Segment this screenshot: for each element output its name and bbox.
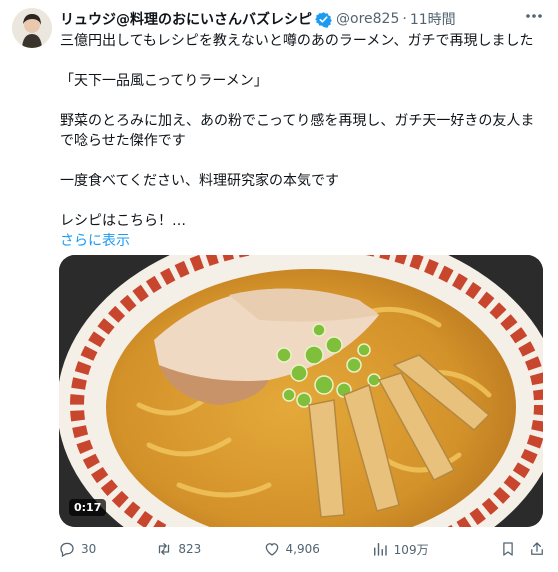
video-duration: 0:17 <box>69 499 107 516</box>
retweet-icon <box>159 543 170 555</box>
display-name[interactable]: リュウジ@料理のおにいさんバズレシピ <box>60 9 312 29</box>
tweet-text: 三億円出してもレシピを教えないと噂のあのラーメン、ガチで再現しました 「天下一品… <box>60 31 542 251</box>
share-button[interactable] <box>528 540 546 558</box>
verified-badge-icon <box>315 11 332 28</box>
avatar[interactable] <box>12 8 52 48</box>
bookmark-button[interactable] <box>499 540 529 558</box>
ramen-image <box>59 255 543 527</box>
show-more-link[interactable]: さらに表示 <box>60 231 542 251</box>
handle[interactable]: @ore825 <box>336 11 399 27</box>
retweet-button[interactable]: 823 <box>155 540 262 558</box>
tweet-text-line: 一度食べてください、料理研究家の本気です <box>60 173 340 189</box>
heart-icon <box>265 543 278 556</box>
retweet-count: 823 <box>178 542 202 556</box>
tweet-text-line: 野菜のとろみに加え、あの粉でこってり感を再現し、ガチ天一好きの友人まで唸らせた傑… <box>60 113 535 149</box>
tweet-text-line: 「天下一品風こってりラーメン」 <box>60 73 268 89</box>
like-count: 4,906 <box>285 542 320 556</box>
tweet-text-line: 三億円出してもレシピを教えないと噂のあのラーメン、ガチで再現しました <box>60 33 534 49</box>
more-options-icon[interactable] <box>524 10 544 22</box>
share-icon <box>531 542 543 555</box>
reply-icon <box>60 542 74 558</box>
reply-count: 30 <box>81 542 97 556</box>
tweet-header: リュウジ@料理のおにいさんバズレシピ @ore825 · 11時間 <box>60 9 538 29</box>
views-chart-icon <box>373 543 387 556</box>
bookmark-icon <box>502 542 513 556</box>
timestamp[interactable]: 11時間 <box>410 9 456 29</box>
video-thumbnail[interactable]: 0:17 <box>59 255 543 527</box>
reply-button[interactable]: 30 <box>58 540 155 558</box>
like-button[interactable]: 4,906 <box>263 540 371 558</box>
separator: · <box>402 11 407 27</box>
action-bar: 30 823 4,906 109万 <box>58 538 546 560</box>
view-count: 109万 <box>393 542 429 557</box>
tweet-text-line: レシピはこちら！… <box>60 213 186 229</box>
views-button[interactable]: 109万 <box>371 540 499 558</box>
